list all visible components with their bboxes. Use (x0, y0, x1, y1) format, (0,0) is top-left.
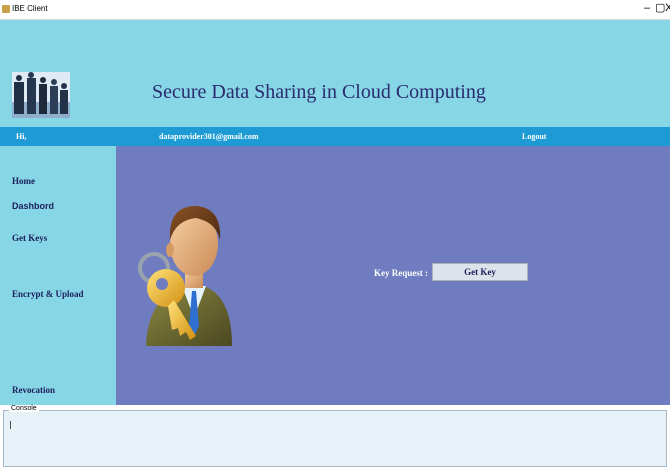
sidebar-item-dashbord[interactable]: Dashbord (12, 201, 54, 211)
app-title: Secure Data Sharing in Cloud Computing (152, 81, 486, 103)
logout-link[interactable]: Logout (522, 132, 546, 141)
console-legend: Console (9, 405, 39, 412)
close-button[interactable]: X (665, 1, 670, 15)
window-title: IBE Client (12, 4, 48, 13)
app-header: Secure Data Sharing in Cloud Computing (0, 20, 670, 127)
console-textarea[interactable] (8, 419, 660, 461)
text-caret (10, 421, 11, 429)
sidebar-item-revocation[interactable]: Revocation (12, 385, 55, 395)
sidebar: Home Dashbord Get Keys Encrypt & Upload … (0, 146, 116, 405)
user-key-illustration (132, 196, 232, 356)
sidebar-item-home[interactable]: Home (12, 176, 35, 186)
app-icon (2, 5, 10, 13)
business-logo-image (12, 72, 70, 118)
key-request-label: Key Request : (374, 268, 428, 278)
sidebar-item-get-keys[interactable]: Get Keys (12, 233, 47, 243)
user-info-bar: Hi, dataprovider301@gmail.com Logout (0, 127, 670, 146)
console-panel: Console (3, 405, 667, 467)
main-panel: Key Request : Get Key (116, 146, 670, 405)
get-key-button[interactable]: Get Key (432, 263, 528, 281)
greeting-label: Hi, (16, 132, 27, 141)
minimize-button[interactable]: – (644, 1, 650, 15)
sidebar-item-encrypt-upload[interactable]: Encrypt & Upload (12, 289, 84, 299)
user-email: dataprovider301@gmail.com (159, 132, 259, 141)
window-titlebar: IBE Client – ▢ X (0, 0, 670, 20)
maximize-button[interactable]: ▢ (655, 1, 665, 15)
